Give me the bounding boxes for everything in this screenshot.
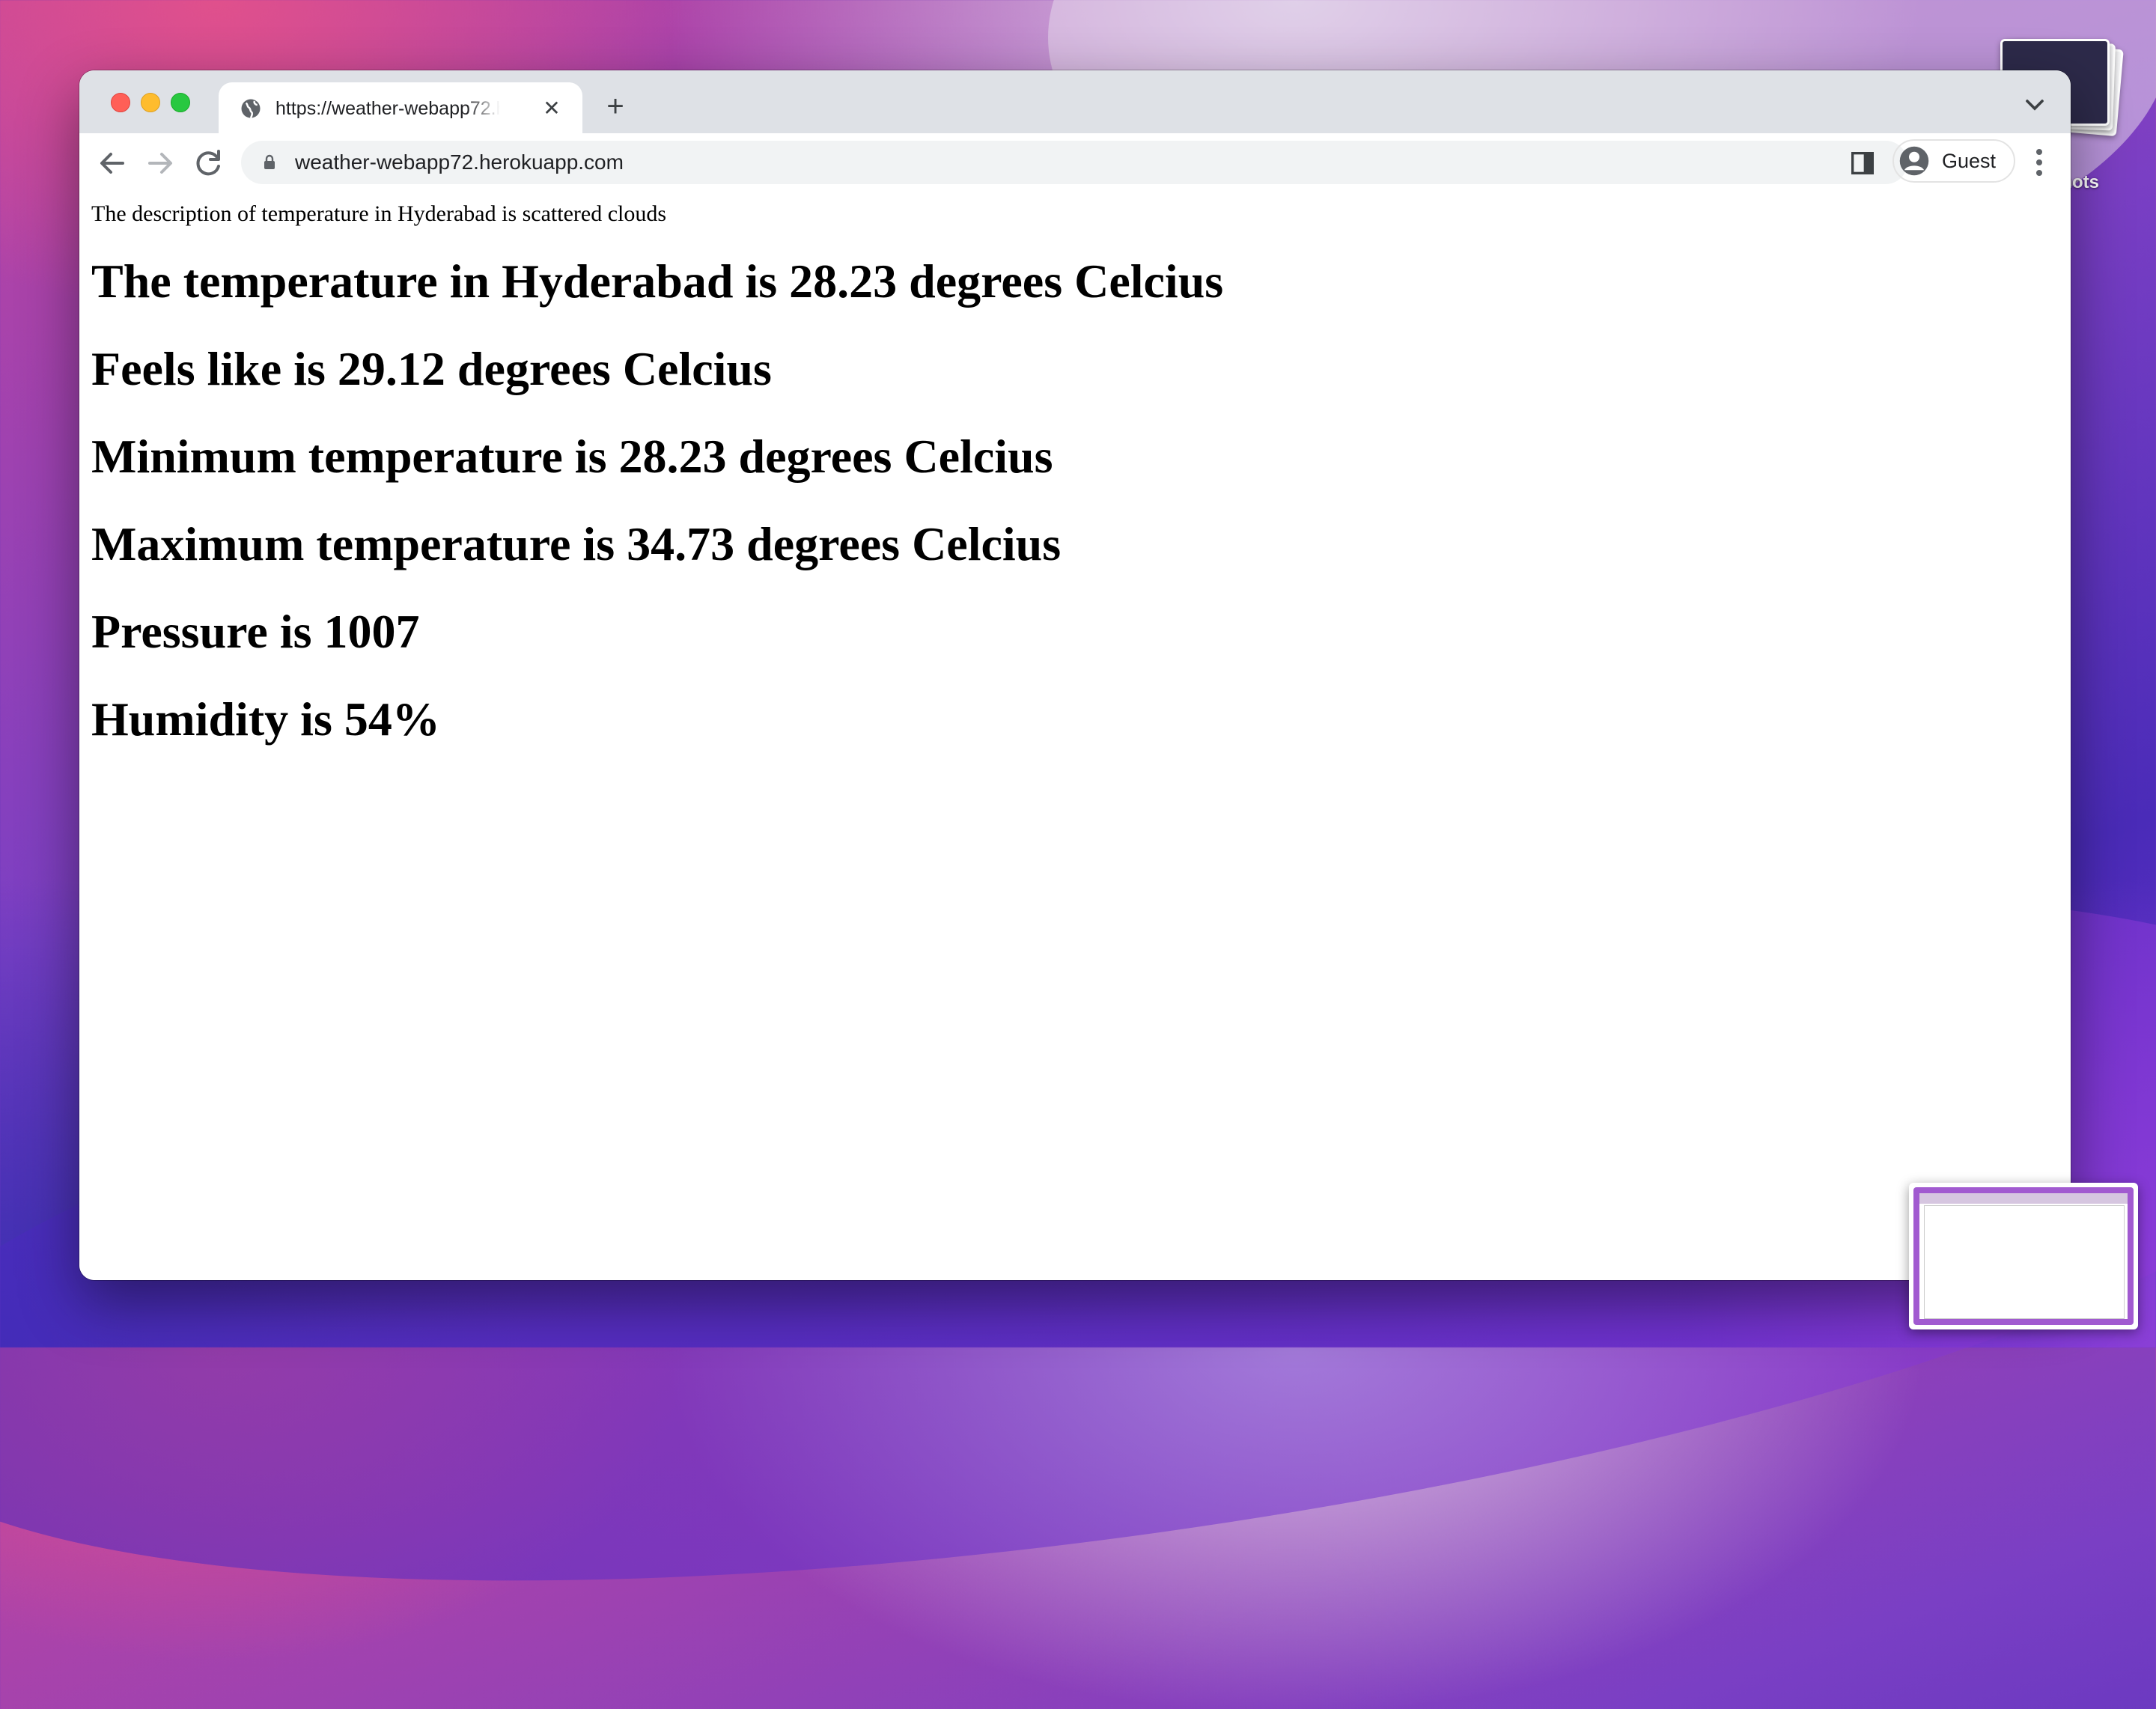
browser-window: https://weather-webapp72.herokuapp.com ✕… <box>79 70 2071 1280</box>
reload-button[interactable] <box>190 145 226 181</box>
chevron-down-icon[interactable] <box>2020 90 2050 120</box>
address-bar[interactable]: weather-webapp72.herokuapp.com <box>241 141 1907 184</box>
tab-strip: https://weather-webapp72.herokuapp.com ✕… <box>79 70 2071 133</box>
arrow-left-icon <box>100 153 124 174</box>
reload-icon <box>196 150 220 176</box>
close-window-button[interactable] <box>111 93 130 112</box>
tab-title: https://weather-webapp72.herokuapp.com <box>275 98 500 119</box>
pressure-heading: Pressure is 1007 <box>91 605 420 658</box>
forward-button[interactable] <box>142 145 178 181</box>
screenshot-thumbnail[interactable] <box>1909 1183 2138 1329</box>
browser-toolbar: weather-webapp72.herokuapp.com Guest <box>79 133 2071 194</box>
lock-icon[interactable] <box>261 153 278 171</box>
min-temperature-heading: Minimum temperature is 28.23 degrees Cel… <box>91 430 1053 483</box>
weather-description: The description of temperature in Hydera… <box>91 201 667 226</box>
humidity-heading: Humidity is 54% <box>91 692 440 746</box>
feels-like-heading: Feels like is 29.12 degrees Celcius <box>91 342 772 395</box>
temperature-heading: The temperature in Hyderabad is 28.23 de… <box>91 255 1224 308</box>
arrow-right-icon <box>148 153 172 174</box>
minimize-window-button[interactable] <box>141 93 160 112</box>
kebab-menu-icon[interactable] <box>2030 144 2048 181</box>
page-content: The description of temperature in Hydera… <box>79 193 2071 1280</box>
plus-icon[interactable]: + <box>596 87 635 126</box>
tab-weather-webapp[interactable]: https://weather-webapp72.herokuapp.com ✕ <box>219 82 582 133</box>
profile-button[interactable]: Guest <box>1892 139 2015 183</box>
side-panel-icon[interactable] <box>1848 148 1878 178</box>
globe-icon <box>241 99 261 119</box>
maximize-window-button[interactable] <box>171 93 190 112</box>
max-temperature-heading: Maximum temperature is 34.73 degrees Cel… <box>91 517 1062 570</box>
url-text: weather-webapp72.herokuapp.com <box>295 150 624 174</box>
back-button[interactable] <box>94 145 130 181</box>
profile-label: Guest <box>1942 150 1997 172</box>
close-icon[interactable]: ✕ <box>539 96 564 121</box>
avatar <box>1899 146 1929 176</box>
